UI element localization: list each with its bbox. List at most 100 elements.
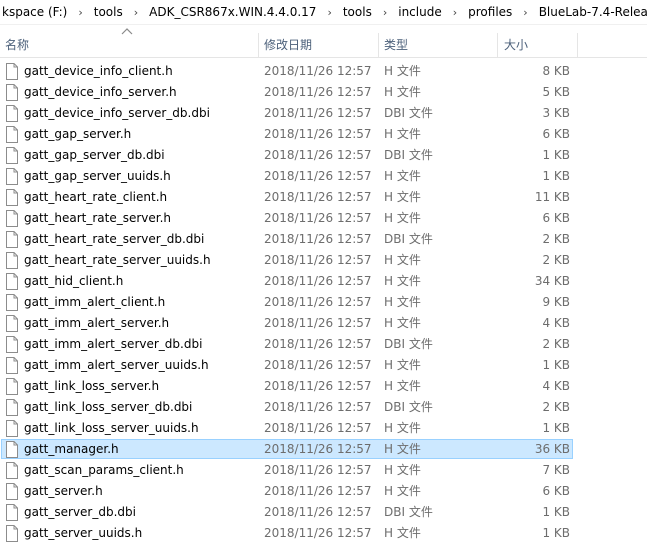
column-divider[interactable] <box>378 33 379 57</box>
file-type: DBI 文件 <box>384 400 433 414</box>
chevron-right-icon[interactable]: › <box>374 6 396 19</box>
file-size: 2 KB <box>542 232 570 246</box>
file-icon <box>5 126 19 143</box>
file-date: 2018/11/26 12:57 <box>264 190 372 204</box>
column-divider[interactable] <box>577 33 578 57</box>
file-date: 2018/11/26 12:57 <box>264 211 372 225</box>
file-row[interactable]: gatt_link_loss_server_db.dbi 2018/11/26 1… <box>0 397 647 418</box>
file-icon <box>5 315 19 332</box>
file-icon <box>5 273 19 290</box>
file-type: H 文件 <box>384 64 421 78</box>
column-divider[interactable] <box>258 33 259 57</box>
file-icon <box>5 210 19 227</box>
file-icon <box>5 84 19 101</box>
file-row[interactable]: gatt_imm_alert_server_db.dbi 2018/11/26 1… <box>0 334 647 355</box>
file-name: gatt_heart_rate_server_uuids.h <box>24 253 211 267</box>
breadcrumb-item[interactable]: profiles <box>466 5 514 19</box>
column-type-header[interactable]: 类型 <box>384 33 408 57</box>
file-type: H 文件 <box>384 190 421 204</box>
file-row[interactable]: gatt_hid_client.h 2018/11/26 12:57 H 文件 34 … <box>0 271 647 292</box>
file-row[interactable]: gatt_gap_server_uuids.h 2018/11/26 12:57 H… <box>0 166 647 187</box>
chevron-right-icon[interactable]: › <box>69 6 91 19</box>
file-icon <box>5 378 19 395</box>
file-size: 2 KB <box>542 337 570 351</box>
file-date: 2018/11/26 12:57 <box>264 421 372 435</box>
file-date: 2018/11/26 12:57 <box>264 232 372 246</box>
file-row[interactable]: gatt_imm_alert_server.h 2018/11/26 12:57 H… <box>0 313 647 334</box>
file-date: 2018/11/26 12:57 <box>264 253 372 267</box>
file-row[interactable]: gatt_link_loss_server_uuids.h 2018/11/26 … <box>0 418 647 439</box>
chevron-right-icon[interactable]: › <box>514 6 536 19</box>
column-divider[interactable] <box>497 33 498 57</box>
file-row[interactable]: gatt_imm_alert_server_uuids.h 2018/11/26 … <box>0 355 647 376</box>
file-row[interactable]: gatt_heart_rate_client.h 2018/11/26 12:57… <box>0 187 647 208</box>
file-name: gatt_link_loss_server.h <box>24 379 160 393</box>
file-name: gatt_imm_alert_server_uuids.h <box>24 358 209 372</box>
file-row[interactable]: gatt_heart_rate_server.h 2018/11/26 12:57… <box>0 208 647 229</box>
file-date: 2018/11/26 12:57 <box>264 484 372 498</box>
file-row[interactable]: gatt_heart_rate_server_db.dbi 2018/11/26 … <box>0 229 647 250</box>
column-size-header[interactable]: 大小 <box>504 33 528 57</box>
file-date: 2018/11/26 12:57 <box>264 463 372 477</box>
file-icon <box>5 336 19 353</box>
file-row[interactable]: gatt_gap_server.h 2018/11/26 12:57 H 文件 6 K… <box>0 124 647 145</box>
file-type: DBI 文件 <box>384 148 433 162</box>
file-size: 11 KB <box>534 190 570 204</box>
file-row[interactable]: gatt_scan_params_client.h 2018/11/26 12:5… <box>0 460 647 481</box>
breadcrumb-item[interactable]: BlueLab-7.4-Release <box>537 5 647 19</box>
chevron-right-icon[interactable]: › <box>125 6 147 19</box>
file-row[interactable]: gatt_device_info_client.h 2018/11/26 12:5… <box>0 61 647 82</box>
file-row[interactable]: gatt_server.h 2018/11/26 12:57 H 文件 6 KB <box>0 481 647 502</box>
file-size: 34 KB <box>534 274 570 288</box>
file-name: gatt_gap_server.h <box>24 127 132 141</box>
file-row[interactable]: gatt_server_db.dbi 2018/11/26 12:57 DBI 文件… <box>0 502 647 523</box>
column-name-header[interactable]: 名称 <box>5 33 29 57</box>
chevron-right-icon[interactable]: › <box>318 6 340 19</box>
file-date: 2018/11/26 12:57 <box>264 127 372 141</box>
file-size: 6 KB <box>542 484 570 498</box>
file-type: H 文件 <box>384 484 421 498</box>
breadcrumb-item[interactable]: tools <box>341 5 374 19</box>
file-row[interactable]: gatt_imm_alert_client.h 2018/11/26 12:57 H… <box>0 292 647 313</box>
file-name: gatt_device_info_server_db.dbi <box>24 106 210 120</box>
breadcrumb-item[interactable]: ADK_CSR867x.WIN.4.4.0.17 <box>147 5 318 19</box>
column-date-header[interactable]: 修改日期 <box>264 33 312 57</box>
file-type: H 文件 <box>384 169 421 183</box>
file-size: 3 KB <box>542 106 570 120</box>
file-name: gatt_gap_server_uuids.h <box>24 169 171 183</box>
file-name: gatt_heart_rate_server.h <box>24 211 172 225</box>
file-row[interactable]: gatt_gap_server_db.dbi 2018/11/26 12:57 DB… <box>0 145 647 166</box>
file-row[interactable]: gatt_server_uuids.h 2018/11/26 12:57 H 文件 1… <box>0 523 647 544</box>
file-row[interactable]: gatt_device_info_server_db.dbi 2018/11/26… <box>0 103 647 124</box>
file-date: 2018/11/26 12:57 <box>264 64 372 78</box>
breadcrumb-item[interactable]: kspace (F:) <box>0 5 69 19</box>
file-date: 2018/11/26 12:57 <box>264 274 372 288</box>
file-type: H 文件 <box>384 442 421 456</box>
file-row[interactable]: gatt_device_info_server.h 2018/11/26 12:5… <box>0 82 647 103</box>
file-name: gatt_scan_params_client.h <box>24 463 184 477</box>
file-type: H 文件 <box>384 316 421 330</box>
file-name: gatt_heart_rate_client.h <box>24 190 168 204</box>
file-size: 4 KB <box>542 316 570 330</box>
file-row[interactable]: gatt_manager.h 2018/11/26 12:57 H 文件 36 KB <box>0 439 647 460</box>
file-row[interactable]: gatt_heart_rate_server_uuids.h 2018/11/26… <box>0 250 647 271</box>
file-name: gatt_device_info_server.h <box>24 85 177 99</box>
file-size: 1 KB <box>542 421 570 435</box>
file-size: 6 KB <box>542 211 570 225</box>
chevron-right-icon[interactable]: › <box>444 6 466 19</box>
file-size: 1 KB <box>542 526 570 540</box>
file-row[interactable]: gatt_link_loss_server.h 2018/11/26 12:57 H… <box>0 376 647 397</box>
file-size: 4 KB <box>542 379 570 393</box>
file-list: gatt_device_info_client.h 2018/11/26 12:5… <box>0 61 647 544</box>
column-header: 名称 修改日期 类型 大小 <box>0 33 647 58</box>
file-type: H 文件 <box>384 85 421 99</box>
file-icon <box>5 189 19 206</box>
breadcrumb-item[interactable]: include <box>396 5 443 19</box>
file-type: DBI 文件 <box>384 337 433 351</box>
file-size: 7 KB <box>542 463 570 477</box>
file-icon <box>5 63 19 80</box>
file-type: DBI 文件 <box>384 505 433 519</box>
breadcrumb-item[interactable]: tools <box>92 5 125 19</box>
file-icon <box>5 231 19 248</box>
file-icon <box>5 504 19 521</box>
